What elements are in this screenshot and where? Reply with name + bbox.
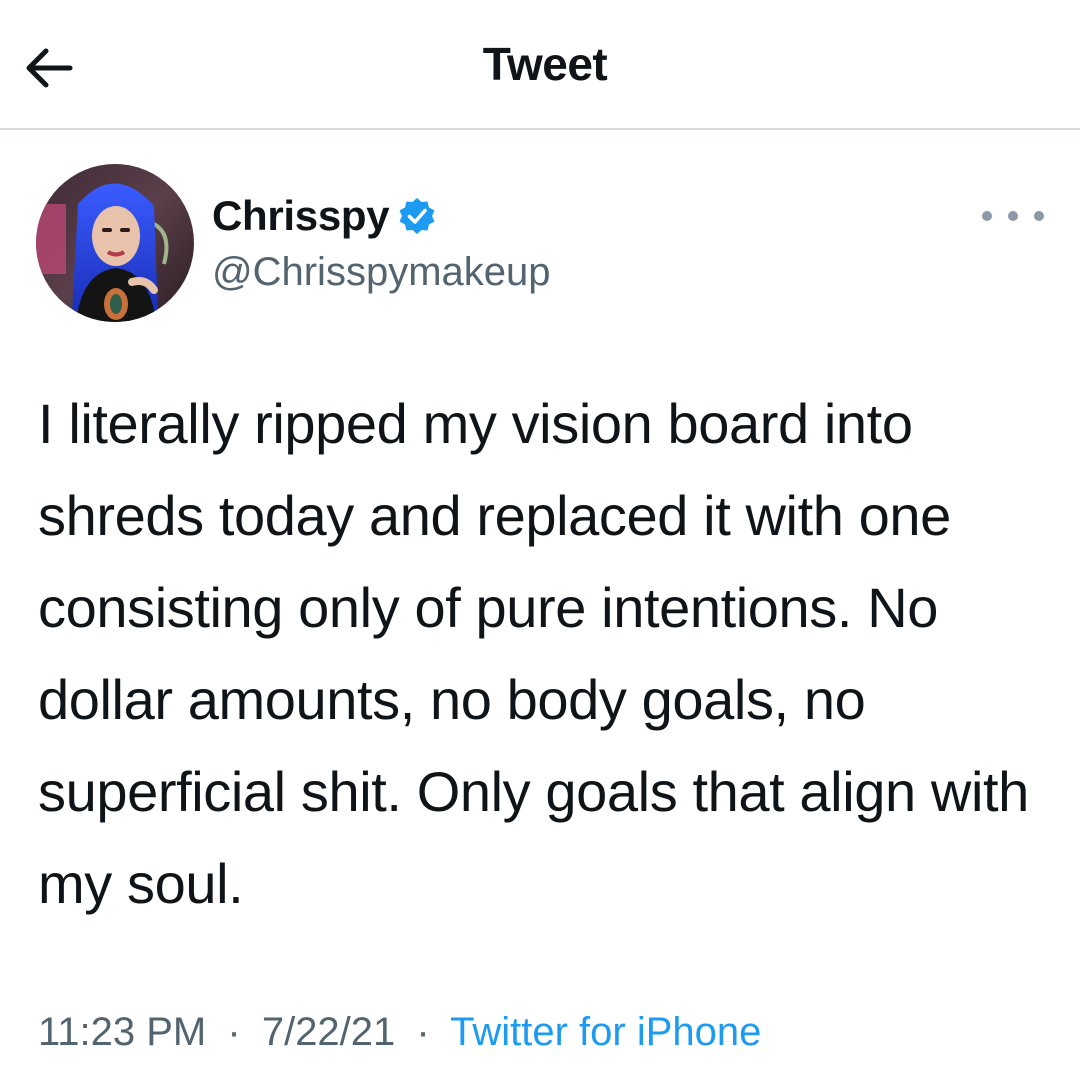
profile-photo — [36, 164, 194, 322]
top-bar: Tweet — [0, 0, 1080, 130]
header-divider — [0, 128, 1080, 130]
meta-separator: · — [227, 1010, 241, 1054]
tweet-date[interactable]: 7/22/21 — [262, 1010, 395, 1054]
author-handle[interactable]: @Chrisspymakeup — [212, 246, 551, 298]
page-title: Tweet — [482, 38, 608, 90]
verified-badge-icon — [399, 198, 435, 234]
tweet-meta: 11:23 PM · 7/22/21 · Twitter for iPhone — [38, 1004, 761, 1060]
dot — [1008, 211, 1018, 221]
dot — [982, 211, 992, 221]
author-name-row: Chrisspy — [212, 188, 437, 244]
tweet-text: I literally ripped my vision board into … — [38, 392, 1029, 915]
more-options-icon[interactable] — [976, 196, 1050, 236]
avatar[interactable] — [36, 164, 194, 322]
dot — [1034, 211, 1044, 221]
display-name[interactable]: Chrisspy — [212, 188, 390, 244]
tweet-source[interactable]: Twitter for iPhone — [450, 1010, 761, 1054]
meta-separator: · — [416, 1010, 430, 1054]
tweet-time[interactable]: 11:23 PM — [38, 1010, 206, 1054]
